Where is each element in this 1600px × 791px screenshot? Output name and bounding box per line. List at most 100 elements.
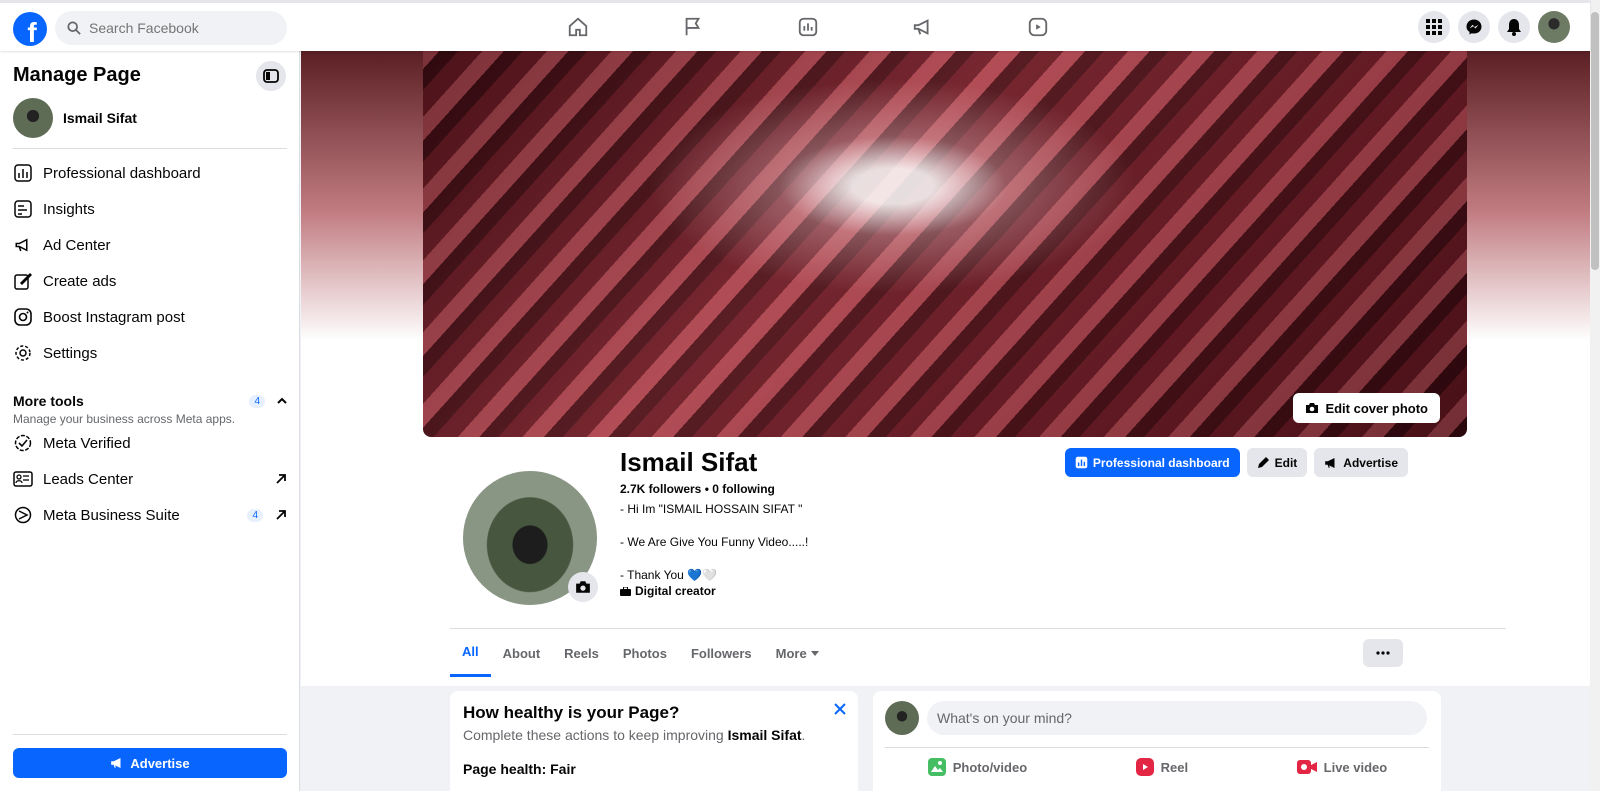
facebook-logo[interactable]: f <box>13 12 47 46</box>
profile-tabs: All About Reels Photos Followers More <box>450 629 831 677</box>
sidebar-item-ad-center[interactable]: Ad Center <box>13 229 287 261</box>
category-label: Digital creator <box>635 584 716 598</box>
sidebar-item-label: Ad Center <box>43 236 111 254</box>
reels-icon[interactable] <box>980 7 1095 47</box>
chart-icon[interactable] <box>750 7 865 47</box>
card-title: How healthy is your Page? <box>463 703 680 722</box>
sidebar-item-label: Meta Business Suite <box>43 506 180 524</box>
sidebar-item-professional-dashboard[interactable]: Professional dashboard <box>13 157 287 189</box>
photo-video-button[interactable]: Photo/video <box>927 757 1027 777</box>
business-suite-icon <box>13 505 33 525</box>
button-label: Edit <box>1274 455 1298 470</box>
tab-more[interactable]: More <box>764 629 831 677</box>
page-title: Ismail Sifat <box>620 447 758 477</box>
camera-icon[interactable] <box>568 572 598 602</box>
post-composer: What's on your mind? Photo/video Reel Li… <box>873 691 1441 791</box>
page-scrollbar[interactable] <box>1590 0 1600 791</box>
button-label: Professional dashboard <box>1092 455 1230 470</box>
avatar <box>885 701 919 735</box>
tab-photos[interactable]: Photos <box>611 629 679 677</box>
search-input[interactable] <box>89 20 269 36</box>
advertise-button[interactable]: Advertise <box>1314 448 1408 477</box>
main-nav <box>520 7 1095 47</box>
action-label: Photo/video <box>952 759 1028 775</box>
subtitle-prefix: Complete these actions to keep improving <box>463 727 728 743</box>
caret-down-icon <box>810 650 819 656</box>
camera-icon <box>1306 403 1319 413</box>
divider <box>13 148 287 149</box>
button-label: Advertise <box>1343 455 1398 470</box>
home-icon[interactable] <box>520 7 635 47</box>
tab-about[interactable]: About <box>491 629 553 677</box>
account-controls <box>1418 11 1570 43</box>
sidebar-item-meta-business-suite[interactable]: Meta Business Suite 4 <box>13 499 287 531</box>
briefcase-icon <box>620 586 631 596</box>
page-category: Digital creator <box>620 584 716 598</box>
megaphone-icon[interactable] <box>865 7 980 47</box>
divider <box>13 734 287 735</box>
sidebar-item-leads-center[interactable]: Leads Center <box>13 463 287 495</box>
ellipsis-icon <box>1376 651 1390 655</box>
top-navigation-bar: f <box>0 0 1590 51</box>
account-avatar[interactable] <box>1538 11 1570 43</box>
more-options-button[interactable] <box>1363 639 1403 667</box>
megaphone-icon <box>111 757 121 769</box>
tab-all[interactable]: All <box>450 629 491 677</box>
search-box[interactable] <box>55 11 287 45</box>
messenger-icon[interactable] <box>1458 11 1490 43</box>
live-video-button[interactable]: Live video <box>1296 757 1387 777</box>
insights-icon <box>13 199 33 219</box>
divider <box>885 747 1429 748</box>
dashboard-icon <box>13 163 33 183</box>
sidebar-item-meta-verified[interactable]: Meta Verified <box>13 427 287 459</box>
sidebar-profile[interactable]: Ismail Sifat <box>13 98 137 138</box>
reels-icon <box>1135 758 1154 776</box>
reel-button[interactable]: Reel <box>1135 757 1188 777</box>
more-tools-subtitle: Manage your business across Meta apps. <box>13 412 236 426</box>
tab-followers[interactable]: Followers <box>679 629 764 677</box>
sidebar-item-label: Meta Verified <box>43 434 131 452</box>
page-health-status: Page health: Fair <box>463 761 576 777</box>
pencil-icon <box>1257 457 1269 468</box>
search-icon <box>67 21 81 35</box>
cover-photo[interactable]: Edit cover photo <box>423 51 1467 437</box>
advertise-label: Advertise <box>130 755 190 771</box>
sidebar-item-boost-instagram[interactable]: Boost Instagram post <box>13 301 287 333</box>
menu-grid-icon[interactable] <box>1418 11 1450 43</box>
follow-stats[interactable]: 2.7K followers • 0 following <box>620 482 775 496</box>
subtitle-name: Ismail Sifat <box>727 727 802 743</box>
collapse-sidebar-icon[interactable] <box>256 61 286 91</box>
sidebar-item-insights[interactable]: Insights <box>13 193 287 225</box>
chevron-up-icon[interactable] <box>277 397 287 405</box>
flag-icon[interactable] <box>635 7 750 47</box>
profile-name: Ismail Sifat <box>63 110 137 126</box>
edit-cover-photo-button[interactable]: Edit cover photo <box>1293 393 1440 423</box>
sidebar-item-label: Professional dashboard <box>43 164 201 182</box>
sidebar-item-label: Leads Center <box>43 470 134 488</box>
sidebar-item-settings[interactable]: Settings <box>13 337 287 369</box>
tab-reels[interactable]: Reels <box>552 629 611 677</box>
manage-page-sidebar: Manage Page Ismail Sifat Professional da… <box>0 51 300 791</box>
edit-button[interactable]: Edit <box>1246 448 1308 477</box>
advertise-button[interactable]: Advertise <box>13 748 287 778</box>
more-tools-title: More tools <box>13 393 84 409</box>
external-link-icon <box>276 510 286 520</box>
close-icon[interactable] <box>834 703 846 715</box>
professional-dashboard-button[interactable]: Professional dashboard <box>1064 448 1240 477</box>
bell-icon[interactable] <box>1498 11 1530 43</box>
more-tools-section[interactable]: More tools 4 Manage your business across… <box>13 393 287 426</box>
tab-more-label: More <box>775 645 807 661</box>
sidebar-title: Manage Page <box>13 64 141 86</box>
action-label: Reel <box>1160 759 1189 775</box>
external-link-icon <box>276 474 286 484</box>
verified-icon <box>13 433 33 453</box>
composer-input[interactable]: What's on your mind? <box>927 701 1427 735</box>
subtitle-suffix: . <box>801 727 806 743</box>
gear-icon <box>13 343 33 363</box>
photo-icon <box>927 758 946 776</box>
scrollbar-thumb[interactable] <box>1591 12 1599 270</box>
instagram-icon <box>13 307 33 327</box>
sidebar-item-create-ads[interactable]: Create ads <box>13 265 287 297</box>
card-subtitle: Complete these actions to keep improving… <box>463 727 845 743</box>
megaphone-icon <box>13 235 33 255</box>
